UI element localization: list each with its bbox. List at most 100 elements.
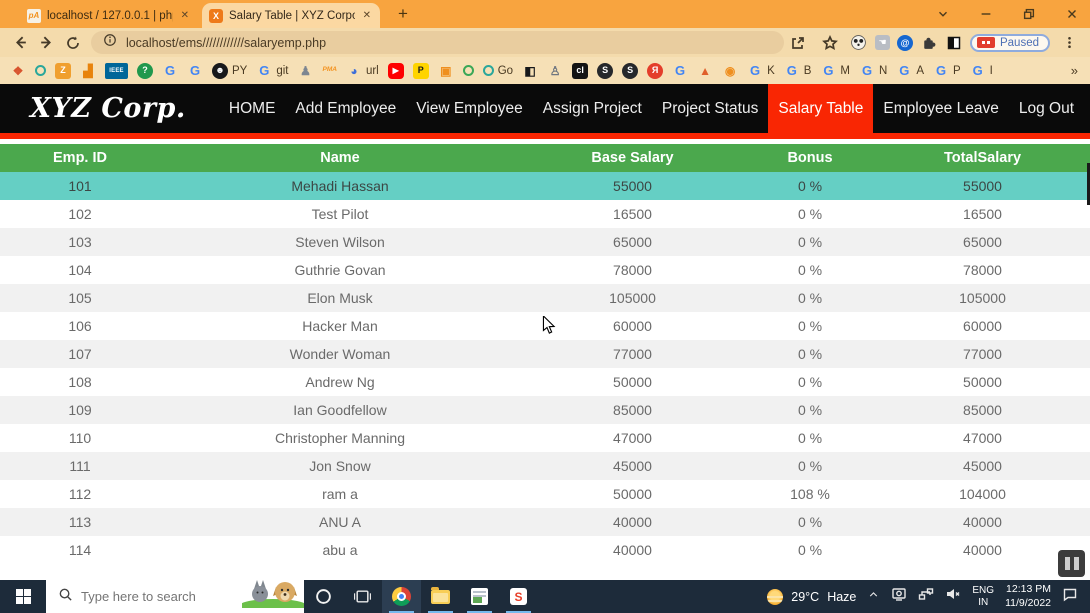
new-tab-button[interactable]: + (390, 1, 416, 27)
table-cell: Wonder Woman (160, 346, 520, 362)
nav-item-salary-table[interactable]: Salary Table (768, 84, 873, 133)
reload-icon[interactable] (61, 30, 85, 55)
nav-menu: HOMEAdd EmployeeView EmployeeAssign Proj… (219, 84, 1090, 133)
bookmark-item[interactable]: ▣ (438, 63, 454, 79)
bookmark-item[interactable]: ❖ (10, 63, 26, 79)
action-center-icon[interactable] (1062, 586, 1078, 607)
nav-item-employee-leave[interactable]: Employee Leave (873, 84, 1008, 133)
bookmark-item[interactable]: S (597, 63, 613, 79)
table-cell: 105 (0, 290, 160, 306)
bookmarks-overflow-chevron[interactable]: » (1071, 57, 1078, 84)
taskbar-writer-button[interactable] (460, 580, 499, 613)
bookmark-item[interactable]: ◕url (346, 63, 379, 79)
taskbar-search[interactable] (46, 580, 304, 613)
bookmark-item[interactable] (35, 65, 46, 76)
bookmark-item[interactable]: GI (970, 63, 993, 79)
url-text[interactable]: localhost/ems////////////salaryemp.php (126, 36, 326, 50)
address-bar[interactable]: localhost/ems////////////salaryemp.php (91, 31, 784, 54)
search-pets-illustration[interactable] (242, 577, 304, 613)
bookmark-item[interactable]: cl (572, 63, 588, 79)
extension-paused-pill[interactable]: Paused (970, 34, 1050, 52)
bookmark-item[interactable]: ♙ (547, 63, 563, 79)
panda-extension-icon[interactable] (850, 34, 868, 52)
close-tab-icon[interactable]: ✕ (361, 10, 373, 21)
p-icon: P (413, 63, 429, 79)
bookmark-item[interactable]: Go (483, 65, 513, 77)
tab-search-chevron-icon[interactable] (935, 6, 951, 22)
task-view-button[interactable] (343, 580, 382, 613)
nav-item-add-employee[interactable]: Add Employee (285, 84, 406, 133)
weather-widget[interactable]: 29°C Haze (767, 589, 856, 605)
hand-cursor-extension-icon[interactable]: ☚ (875, 35, 890, 50)
google-icon: G (820, 63, 836, 79)
bookmark-item[interactable]: GB (784, 63, 812, 79)
taskbar-clock[interactable]: 12:13 PM 11/9/2022 (1005, 583, 1051, 610)
s-circle-icon: S (622, 63, 638, 79)
close-window-icon[interactable] (1064, 6, 1080, 22)
table-cell: 0 % (745, 374, 875, 390)
tab-title: Salary Table | XYZ Corporation (229, 10, 355, 22)
bookmark-item[interactable] (463, 65, 474, 76)
window-controls (935, 0, 1080, 28)
site-info-icon[interactable] (103, 33, 117, 52)
forward-icon[interactable] (34, 30, 58, 55)
browser-menu-icon[interactable] (1057, 30, 1082, 55)
bookmark-star-icon[interactable] (818, 30, 843, 55)
cast-monitor-icon[interactable] (891, 586, 907, 607)
taskbar-screenrec-button[interactable]: S (499, 580, 538, 613)
search-input[interactable] (81, 589, 221, 604)
bookmark-item[interactable]: GN (859, 63, 887, 79)
browser-tab-phpmyadmin[interactable]: pA localhost / 127.0.0.1 | phpMyAdm ✕ (20, 3, 198, 28)
bookmark-item[interactable]: G (162, 63, 178, 79)
minimize-icon[interactable] (978, 6, 994, 22)
bookmark-item[interactable]: ◧ (522, 63, 538, 79)
bookmark-item[interactable]: S (622, 63, 638, 79)
bookmark-item[interactable]: GP (933, 63, 961, 79)
close-tab-icon[interactable]: ✕ (179, 10, 191, 21)
bookmark-item[interactable]: G (672, 63, 688, 79)
bookmark-item[interactable]: ▟ (80, 63, 96, 79)
nav-item-project-status[interactable]: Project Status (652, 84, 769, 133)
bookmark-item[interactable]: ▶ (388, 63, 404, 79)
table-cell: 50000 (520, 486, 745, 502)
table-cell: 108 % (745, 486, 875, 502)
bookmark-item[interactable]: GA (896, 63, 924, 79)
restore-icon[interactable] (1021, 6, 1037, 22)
bookmark-item[interactable]: Я (647, 63, 663, 79)
volume-muted-icon[interactable] (945, 586, 961, 607)
nav-item-log-out[interactable]: Log Out (1009, 84, 1084, 133)
network-icon[interactable] (918, 586, 934, 607)
bookmark-item[interactable]: ☻PY (212, 63, 247, 79)
bookmark-item[interactable]: Z (55, 63, 71, 79)
extensions-puzzle-icon[interactable] (920, 34, 938, 52)
back-icon[interactable] (8, 30, 32, 55)
bookmark-item[interactable]: P (413, 63, 429, 79)
start-button[interactable] (0, 580, 46, 613)
bookmark-item[interactable]: Ggit (256, 63, 288, 79)
bookmark-item[interactable]: ♟ (298, 63, 314, 79)
table-cell: 60000 (520, 318, 745, 334)
nav-item-home[interactable]: HOME (219, 84, 286, 133)
table-cell: 65000 (520, 234, 745, 250)
bookmark-item[interactable]: IEEE (105, 63, 128, 79)
taskbar-chrome-button[interactable] (382, 580, 421, 613)
dark-reader-extension-icon[interactable] (945, 34, 963, 52)
browser-tab-salary-table[interactable]: X Salary Table | XYZ Corporation ✕ (202, 3, 380, 28)
recorder-pause-button[interactable] (1058, 550, 1085, 577)
at-extension-icon[interactable]: @ (897, 35, 913, 51)
cortana-button[interactable] (304, 580, 343, 613)
site-logo[interactable]: XYZ Corp. (30, 93, 186, 124)
bookmark-item[interactable]: GM (820, 63, 850, 79)
tray-chevron-up-icon[interactable] (867, 588, 880, 606)
taskbar-explorer-button[interactable] (421, 580, 460, 613)
bookmark-item[interactable]: ▲ (697, 63, 713, 79)
bookmark-item[interactable]: ? (137, 63, 153, 79)
nav-item-view-employee[interactable]: View Employee (406, 84, 533, 133)
language-indicator[interactable]: ENG IN (972, 585, 994, 609)
bookmark-item[interactable]: GK (747, 63, 775, 79)
bookmark-item[interactable]: PMA (323, 63, 337, 79)
bookmark-item[interactable]: ◉ (722, 63, 738, 79)
share-icon[interactable] (786, 30, 811, 55)
bookmark-item[interactable]: G (187, 63, 203, 79)
nav-item-assign-project[interactable]: Assign Project (533, 84, 652, 133)
